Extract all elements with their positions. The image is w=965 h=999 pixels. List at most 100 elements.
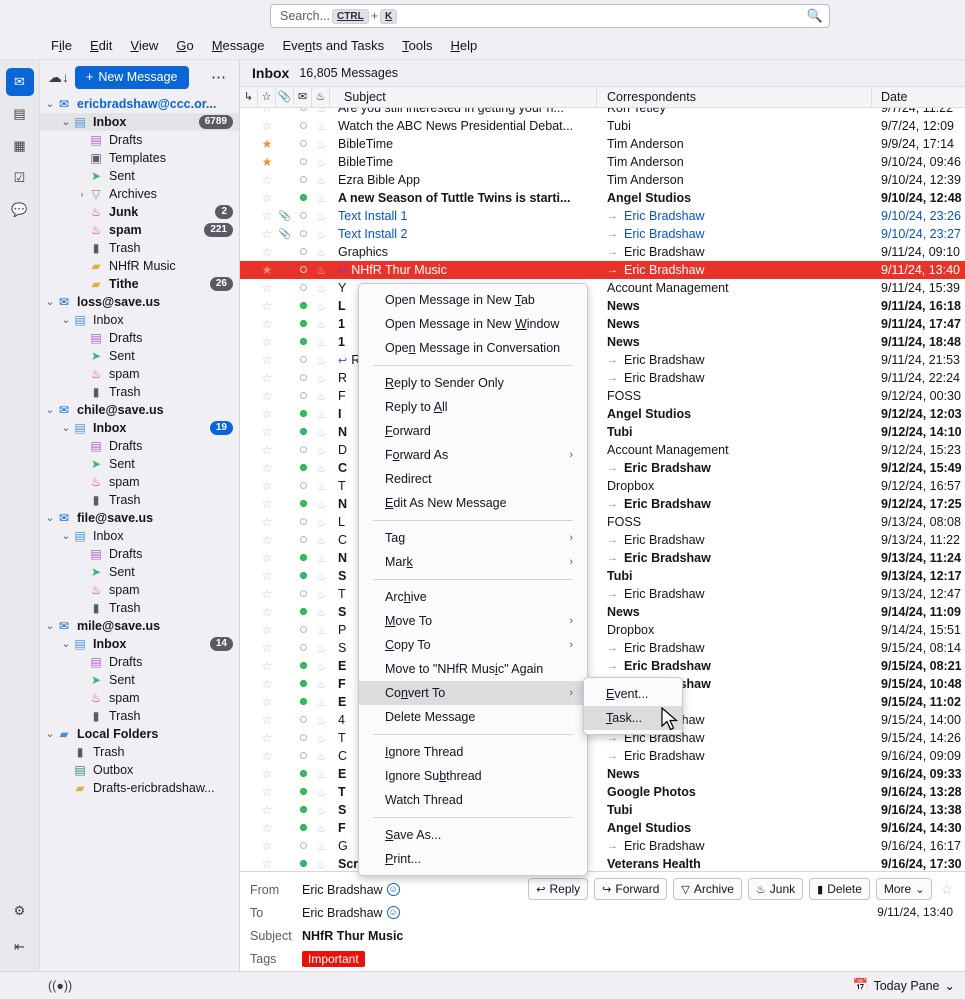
- menu-events-and-tasks[interactable]: Events and Tasks: [273, 35, 393, 56]
- junk-flame-icon[interactable]: ♨: [312, 480, 330, 493]
- folder-item-drafts[interactable]: ▤ Drafts: [40, 545, 239, 563]
- read-status-icon[interactable]: [294, 642, 312, 654]
- reply-button[interactable]: ↩ Reply: [528, 878, 589, 900]
- folder-item-trash[interactable]: ▮ Trash: [40, 383, 239, 401]
- more-button[interactable]: More ⌄: [875, 878, 933, 900]
- folder-item-spam[interactable]: ♨ spam: [40, 473, 239, 491]
- star-icon[interactable]: ★: [258, 263, 276, 277]
- star-icon[interactable]: ☆: [258, 119, 276, 133]
- read-status-icon[interactable]: [294, 660, 312, 672]
- menu-message[interactable]: Message: [203, 35, 274, 56]
- table-row[interactable]: ☆ ♨ N Tubi 9/12/24, 14:10: [240, 423, 965, 441]
- context-menu-item-convert-to[interactable]: Convert To ›: [359, 681, 587, 705]
- junk-flame-icon[interactable]: ♨: [312, 444, 330, 457]
- junk-flame-icon[interactable]: ♨: [312, 372, 330, 385]
- address-book-icon[interactable]: ▤: [6, 100, 34, 128]
- table-row[interactable]: ☆ ♨ 1 News 9/11/24, 17:47: [240, 315, 965, 333]
- table-row[interactable]: ☆ ♨ I Angel Studios 9/12/24, 12:03: [240, 405, 965, 423]
- star-icon[interactable]: ☆: [258, 641, 276, 655]
- star-icon[interactable]: ☆: [258, 803, 276, 817]
- table-row[interactable]: ☆ ♨ D Account Management 9/12/24, 15:23: [240, 441, 965, 459]
- menu-tools[interactable]: Tools: [393, 35, 441, 56]
- star-icon[interactable]: ☆: [258, 497, 276, 511]
- message-context-menu[interactable]: Open Message in New Tab Open Message in N…: [358, 283, 588, 876]
- read-status-icon[interactable]: [294, 336, 312, 348]
- table-row[interactable]: ☆ ♨ L FOSS 9/13/24, 08:08: [240, 513, 965, 531]
- context-menu-item-open-in-new-tab[interactable]: Open Message in New Tab: [359, 288, 587, 312]
- context-menu-item-forward-as[interactable]: Forward As ›: [359, 443, 587, 467]
- table-row[interactable]: ☆ ♨ S Tubi 9/13/24, 12:17: [240, 567, 965, 585]
- read-status-icon[interactable]: [294, 750, 312, 762]
- folder-item-chile-save-us[interactable]: ⌄ ✉ chile@save.us: [40, 401, 239, 419]
- read-status-icon[interactable]: [294, 786, 312, 798]
- from-value[interactable]: Eric Bradshaw: [302, 883, 383, 897]
- star-icon[interactable]: ☆: [258, 389, 276, 403]
- junk-flame-icon[interactable]: ♨: [312, 606, 330, 619]
- folder-tree[interactable]: ⌄ ✉ ericbradshaw@ccc.or... ⌄ ▤ Inbox 6789 ▤ Draf…: [40, 94, 239, 971]
- read-status-icon[interactable]: [294, 678, 312, 690]
- table-row[interactable]: ☆ ♨ Y Account Management 9/11/24, 15:39: [240, 279, 965, 297]
- chevron-down-icon[interactable]: ⌄: [60, 422, 72, 433]
- read-status-icon[interactable]: [294, 480, 312, 492]
- star-icon[interactable]: ☆: [258, 605, 276, 619]
- get-messages-icon[interactable]: ☁↓: [48, 69, 69, 86]
- star-icon[interactable]: ☆: [258, 479, 276, 493]
- search-input[interactable]: Search... CTRL + K 🔍: [270, 4, 830, 28]
- date-column-header[interactable]: Date: [872, 86, 965, 108]
- star-icon[interactable]: ☆: [938, 881, 953, 898]
- star-icon[interactable]: ☆: [258, 407, 276, 421]
- junk-flame-icon[interactable]: ♨: [312, 246, 330, 259]
- table-row[interactable]: ☆ ♨ ↩ R → Eric Bradshaw 9/11/24, 21:53: [240, 351, 965, 369]
- folder-item-nhfr-music[interactable]: ▰ NHfR Music: [40, 257, 239, 275]
- table-row[interactable]: ☆ ♨ N → Eric Bradshaw 9/12/24, 17:25: [240, 495, 965, 513]
- star-icon[interactable]: ☆: [258, 335, 276, 349]
- chevron-down-icon[interactable]: ⌄: [44, 512, 56, 523]
- star-icon[interactable]: ☆: [258, 659, 276, 673]
- star-icon[interactable]: ☆: [258, 173, 276, 187]
- forward-button[interactable]: ↪ Forward: [594, 878, 668, 900]
- star-icon[interactable]: ☆: [258, 785, 276, 799]
- folder-item-inbox[interactable]: ⌄ ▤ Inbox 6789: [40, 113, 239, 131]
- context-menu-item-mark[interactable]: Mark ›: [359, 550, 587, 574]
- read-status-icon[interactable]: [294, 174, 312, 186]
- junk-flame-icon[interactable]: ♨: [312, 858, 330, 871]
- junk-button[interactable]: ♨ Junk: [747, 878, 804, 900]
- read-status-icon[interactable]: [294, 588, 312, 600]
- junk-flame-icon[interactable]: ♨: [312, 264, 330, 277]
- context-menu-item-delete-message[interactable]: Delete Message: [359, 705, 587, 729]
- folder-item-local-folders[interactable]: ⌄ ▰ Local Folders: [40, 725, 239, 743]
- table-row[interactable]: ☆ ♨ E → Eric Bradshaw 9/15/24, 08:21: [240, 657, 965, 675]
- folder-item-trash[interactable]: ▮ Trash: [40, 743, 239, 761]
- table-row[interactable]: ☆ ♨ T Google Photos 9/16/24, 13:28: [240, 783, 965, 801]
- mail-icon[interactable]: ✉: [5, 68, 34, 96]
- read-status-icon[interactable]: [294, 120, 312, 132]
- subject-column-header[interactable]: Subject: [330, 86, 597, 108]
- read-status-icon[interactable]: [294, 192, 312, 204]
- junk-flame-icon[interactable]: ♨: [312, 840, 330, 853]
- context-menu-item-print[interactable]: Print...: [359, 847, 587, 871]
- search-icon[interactable]: 🔍: [807, 8, 823, 24]
- chat-icon[interactable]: 💬: [6, 196, 34, 224]
- folder-pane-more-icon[interactable]: ⋯: [211, 68, 231, 86]
- delete-button[interactable]: ▮ Delete: [809, 878, 870, 900]
- read-status-icon[interactable]: [294, 108, 312, 114]
- junk-flame-icon[interactable]: ♨: [312, 318, 330, 331]
- read-status-icon[interactable]: [294, 210, 312, 222]
- chevron-down-icon[interactable]: ⌄: [60, 314, 72, 325]
- star-icon[interactable]: ☆: [258, 209, 276, 223]
- junk-flame-icon[interactable]: ♨: [312, 300, 330, 313]
- junk-flame-icon[interactable]: ♨: [312, 588, 330, 601]
- junk-flame-icon[interactable]: ♨: [312, 408, 330, 421]
- table-row[interactable]: ☆ 📎 ♨ Text Install 2 → Eric Bradshaw 9/10/24, …: [240, 225, 965, 243]
- context-menu-item-edit-as-new-message[interactable]: Edit As New Message: [359, 491, 587, 515]
- star-icon[interactable]: ☆: [258, 515, 276, 529]
- read-status-icon[interactable]: [294, 840, 312, 852]
- star-icon[interactable]: ☆: [258, 623, 276, 637]
- star-icon[interactable]: ☆: [258, 443, 276, 457]
- read-status-icon[interactable]: [294, 606, 312, 618]
- read-status-icon[interactable]: [294, 822, 312, 834]
- folder-item-sent[interactable]: ➤ Sent: [40, 455, 239, 473]
- folder-item-trash[interactable]: ▮ Trash: [40, 239, 239, 257]
- folder-item-sent[interactable]: ➤ Sent: [40, 563, 239, 581]
- chevron-down-icon[interactable]: ⌄: [60, 530, 72, 541]
